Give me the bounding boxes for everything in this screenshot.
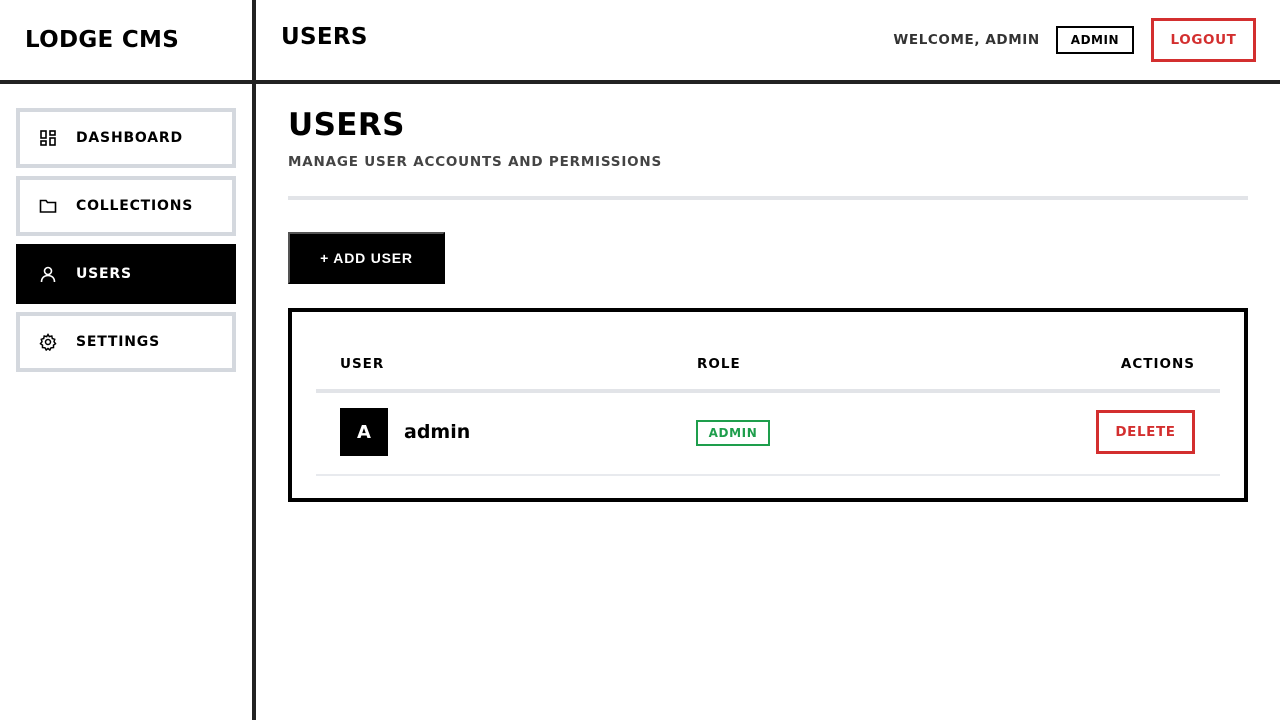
sidebar-item-label: SETTINGS (76, 334, 160, 350)
header-title: USERS (281, 24, 368, 50)
avatar: A (340, 408, 388, 456)
gear-icon (38, 332, 58, 352)
sidebar-item-label: USERS (76, 266, 132, 282)
brand-logo-text: LODGE CMS (25, 27, 180, 53)
column-header-actions: ACTIONS (1120, 356, 1195, 372)
column-header-user[interactable]: USER (340, 356, 384, 372)
table-row-divider (316, 474, 1220, 476)
dashboard-icon (38, 128, 58, 148)
header-divider (0, 80, 1280, 84)
delete-user-button[interactable]: DELETE (1096, 410, 1195, 454)
sidebar-divider (252, 0, 256, 720)
sidebar-item-users[interactable]: USERS (16, 244, 236, 304)
page-subtitle: MANAGE USER ACCOUNTS AND PERMISSIONS (288, 154, 663, 170)
sidebar-item-collections[interactable]: COLLECTIONS (16, 176, 236, 236)
users-table: USER ROLE ACTIONS A admin ADMIN DELETE (288, 308, 1248, 502)
user-name: admin (404, 421, 471, 443)
table-header-divider (316, 389, 1220, 393)
add-user-button[interactable]: + ADD USER (288, 232, 445, 284)
column-header-role[interactable]: ROLE (697, 356, 741, 372)
welcome-text: WELCOME, ADMIN (893, 32, 1040, 48)
user-role-chip: ADMIN (1055, 26, 1134, 54)
role-badge: ADMIN (696, 420, 770, 446)
section-divider (288, 196, 1248, 200)
sidebar-nav: DASHBOARD COLLECTIONS USERS SETTINGS (16, 108, 236, 380)
sidebar-item-settings[interactable]: SETTINGS (16, 312, 236, 372)
page-title: USERS (288, 107, 405, 143)
sidebar-item-label: DASHBOARD (76, 130, 183, 146)
header-user-area: WELCOME, ADMIN ADMIN LOGOUT (893, 18, 1256, 62)
brand-area: LODGE CMS (0, 0, 253, 80)
logout-button[interactable]: LOGOUT (1151, 18, 1256, 62)
sidebar-item-dashboard[interactable]: DASHBOARD (16, 108, 236, 168)
user-icon (38, 264, 58, 284)
sidebar-item-label: COLLECTIONS (76, 198, 194, 214)
folder-icon (38, 196, 58, 216)
